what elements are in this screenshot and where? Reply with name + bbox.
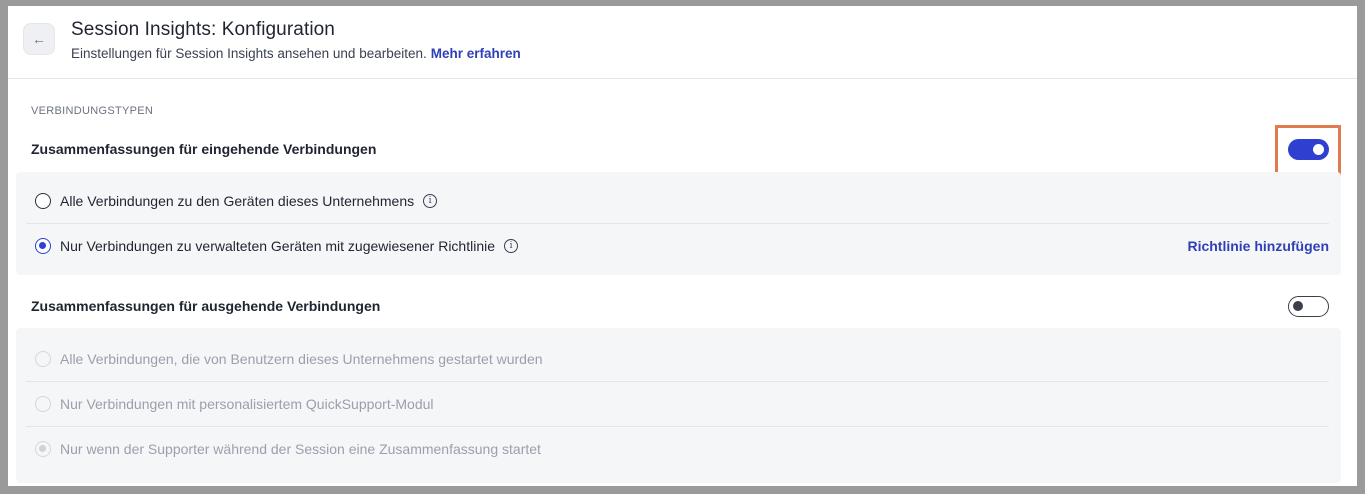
option-label: Alle Verbindungen, die von Benutzern die… [60, 350, 543, 367]
outgoing-options-panel: Alle Verbindungen, die von Benutzern die… [16, 328, 1341, 483]
add-policy-link[interactable]: Richtlinie hinzufügen [1187, 238, 1329, 254]
option-label: Alle Verbindungen zu den Geräten dieses … [60, 192, 415, 209]
page-header: ← Session Insights: Konfiguration Einste… [8, 6, 1357, 79]
option-label: Nur Verbindungen zu verwalteten Geräten … [60, 238, 496, 254]
info-icon[interactable]: i [423, 193, 438, 208]
option-label: Nur Verbindungen mit personalisiertem Qu… [60, 396, 434, 412]
incoming-option-all[interactable]: Alle Verbindungen zu den Geräten dieses … [26, 178, 1329, 223]
radio-managed-devices[interactable] [35, 238, 51, 254]
info-icon[interactable]: i [504, 239, 519, 253]
outgoing-toggle[interactable] [1288, 296, 1329, 317]
config-window: ← Session Insights: Konfiguration Einste… [8, 6, 1357, 486]
learn-more-link[interactable]: Mehr erfahren [431, 46, 521, 61]
incoming-toggle[interactable] [1288, 139, 1329, 160]
back-button[interactable]: ← [23, 23, 55, 55]
arrow-left-icon: ← [32, 31, 46, 47]
radio-all-outgoing[interactable] [35, 350, 51, 367]
outgoing-option-all[interactable]: Alle Verbindungen, die von Benutzern die… [26, 336, 1329, 381]
outgoing-option-quicksupport[interactable]: Nur Verbindungen mit personalisiertem Qu… [26, 381, 1329, 426]
outgoing-title: Zusammenfassungen für ausgehende Verbind… [31, 298, 381, 314]
radio-supporter-started[interactable] [35, 441, 51, 457]
option-label: Nur wenn der Supporter während der Sessi… [60, 441, 541, 457]
incoming-options-panel: Alle Verbindungen zu den Geräten dieses … [16, 172, 1341, 275]
incoming-title: Zusammenfassungen für eingehende Verbind… [31, 141, 377, 157]
page-subtitle: Einstellungen für Session Insights anseh… [71, 46, 521, 61]
radio-quicksupport[interactable] [35, 396, 51, 412]
incoming-option-managed[interactable]: Nur Verbindungen zu verwalteten Geräten … [26, 223, 1329, 268]
section-label: VERBINDUNGSTYPEN [31, 105, 154, 117]
toggle-knob [1313, 144, 1324, 155]
outgoing-option-supporter[interactable]: Nur wenn der Supporter während der Sessi… [26, 426, 1329, 471]
toggle-knob [1293, 301, 1303, 311]
radio-all-devices[interactable] [35, 192, 51, 209]
page-title: Session Insights: Konfiguration [71, 19, 335, 40]
screenshot-frame: ← Session Insights: Konfiguration Einste… [0, 0, 1365, 494]
subtitle-text: Einstellungen für Session Insights anseh… [71, 46, 427, 61]
